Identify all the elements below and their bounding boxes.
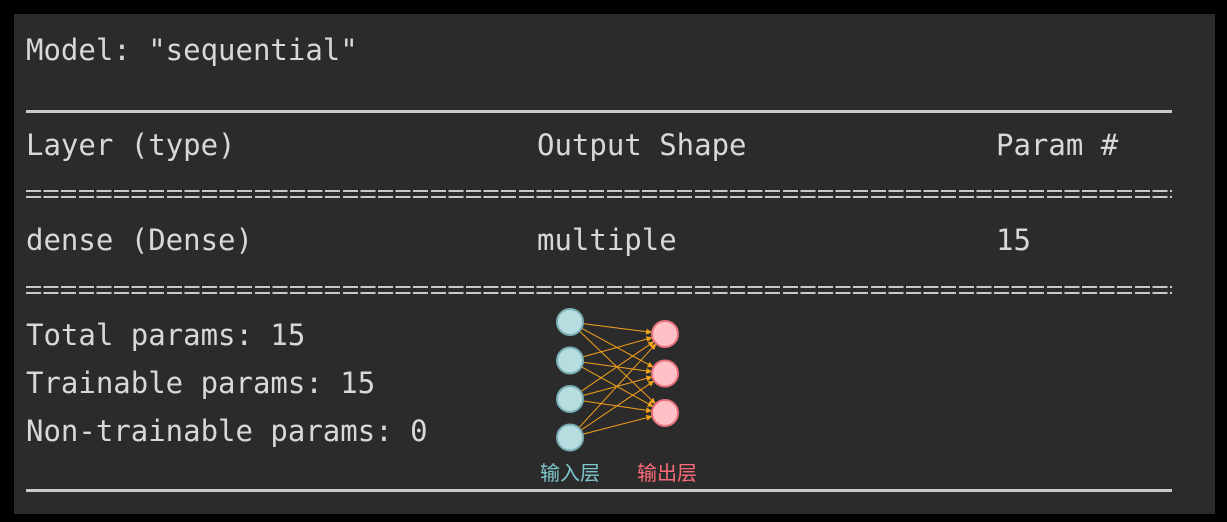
model-title: Model: "sequential" [26, 33, 358, 67]
row-param-count: 15 [996, 223, 1031, 257]
input-node [556, 346, 584, 375]
header-double-rule [26, 188, 1172, 199]
input-node [556, 423, 584, 452]
trainable-params: Trainable params: 15 [26, 366, 376, 400]
output-node [651, 399, 679, 427]
non-trainable-params: Non-trainable params: 0 [26, 414, 428, 448]
connection-edge [582, 414, 653, 435]
output-layer-label: 输出层 [637, 461, 697, 485]
connection-edge [582, 336, 653, 358]
header-output-shape: Output Shape [537, 128, 747, 162]
connection-edge [582, 323, 653, 335]
bottom-rule [26, 489, 1172, 492]
output-node [651, 359, 679, 388]
body-double-rule [26, 284, 1172, 295]
connection-edge [578, 343, 657, 429]
connection-edge [580, 341, 655, 393]
row-layer-type: dense (Dense) [26, 223, 253, 257]
top-rule [26, 110, 1172, 113]
header-layer-type: Layer (type) [26, 128, 236, 162]
total-params: Total params: 15 [26, 318, 306, 352]
neural-network-diagram [556, 308, 679, 452]
connection-edge [580, 380, 655, 431]
row-output-shape: multiple [537, 223, 677, 257]
input-node [556, 385, 584, 413]
header-param-count: Param # [996, 128, 1119, 162]
output-node [651, 320, 679, 348]
input-layer-label: 输入层 [540, 461, 600, 485]
input-node [556, 308, 584, 336]
